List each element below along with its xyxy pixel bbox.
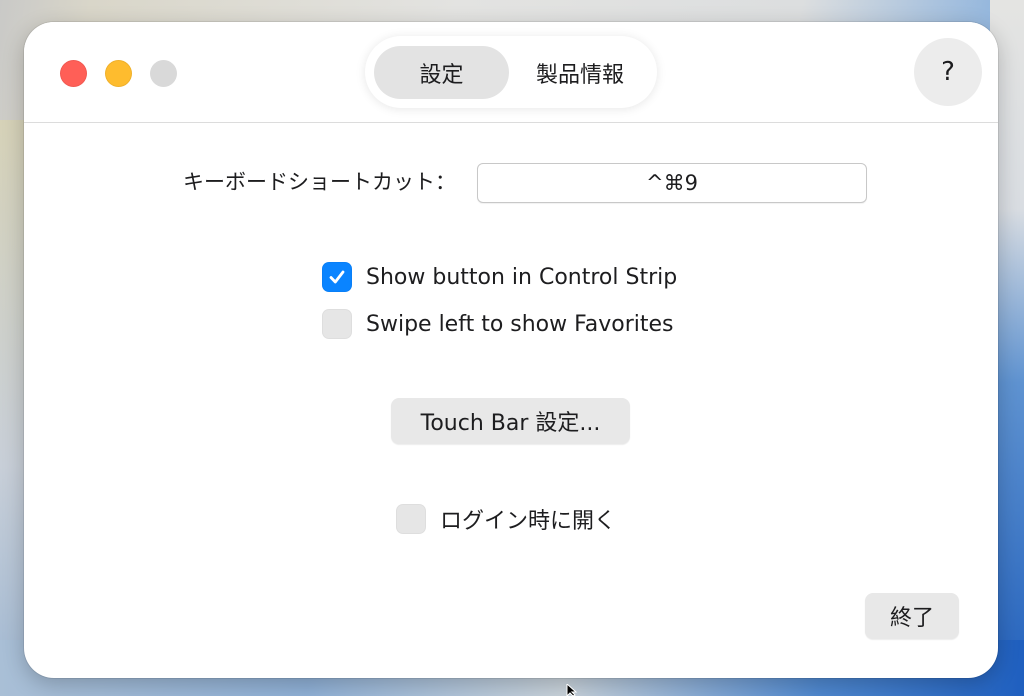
title-bar: 設定 製品情報 ?	[24, 22, 998, 123]
help-button[interactable]: ?	[914, 38, 982, 106]
control-strip-checkbox[interactable]	[322, 262, 352, 292]
control-strip-label: Show button in Control Strip	[366, 264, 678, 290]
settings-window: 設定 製品情報 ? キーボードショートカット： ^⌘9 Show button …	[24, 22, 998, 678]
open-at-login-label: ログイン時に開く	[440, 509, 617, 534]
tab-product-info[interactable]: 製品情報	[511, 46, 649, 99]
swipe-favorites-checkbox[interactable]	[322, 309, 352, 339]
checkmark-icon	[329, 270, 345, 284]
tab-switcher: 設定 製品情報	[365, 36, 657, 108]
touch-bar-settings-button[interactable]: Touch Bar 設定...	[391, 398, 630, 444]
control-strip-option[interactable]: Show button in Control Strip	[322, 260, 677, 294]
zoom-window-button	[150, 60, 177, 87]
open-at-login-checkbox[interactable]	[396, 504, 426, 534]
swipe-favorites-option[interactable]: Swipe left to show Favorites	[322, 307, 674, 341]
open-at-login-option[interactable]: ログイン時に開く	[396, 502, 616, 536]
minimize-window-button[interactable]	[105, 60, 132, 87]
swipe-favorites-label: Swipe left to show Favorites	[366, 311, 674, 337]
mouse-pointer-icon	[566, 684, 578, 696]
tab-settings[interactable]: 設定	[374, 46, 509, 99]
quit-button[interactable]: 終了	[865, 593, 959, 639]
close-window-button[interactable]	[60, 60, 87, 87]
keyboard-shortcut-label: キーボードショートカット：	[183, 170, 456, 194]
keyboard-shortcut-field[interactable]: ^⌘9	[477, 163, 867, 203]
